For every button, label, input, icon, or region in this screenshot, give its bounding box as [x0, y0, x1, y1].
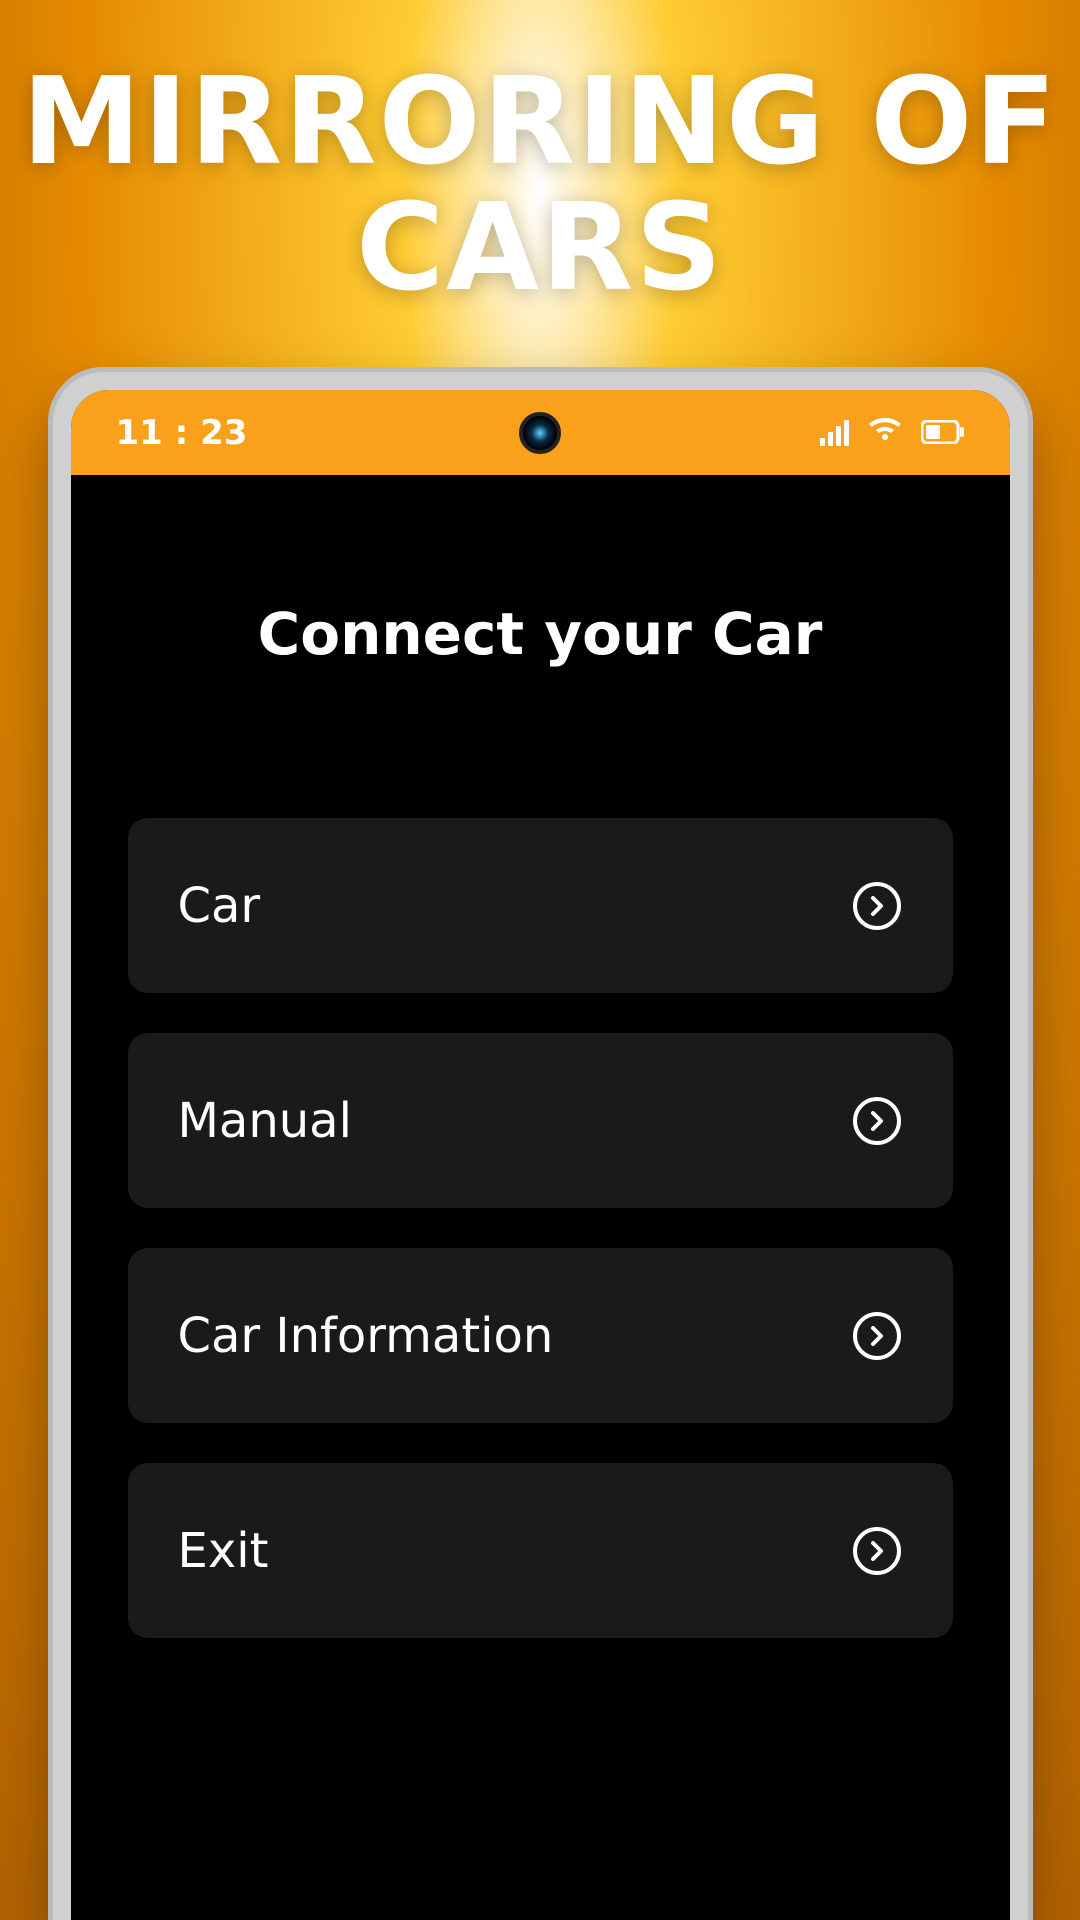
- signal-icon: [820, 420, 849, 446]
- arrow-right-circle-icon: [851, 1310, 903, 1362]
- page-title: Connect your Car: [258, 600, 823, 668]
- arrow-right-circle-icon: [851, 1095, 903, 1147]
- statusbar-right: [820, 413, 965, 453]
- menu-item-exit[interactable]: Exit: [128, 1463, 953, 1638]
- promo-title: MIRRORING OF CARS: [22, 60, 1059, 312]
- app-screen: Connect your Car Car Manual Car Informat…: [71, 475, 1010, 1920]
- menu-item-car[interactable]: Car: [128, 818, 953, 993]
- menu-item-car-information[interactable]: Car Information: [128, 1248, 953, 1423]
- front-camera: [519, 412, 561, 454]
- menu-item-manual[interactable]: Manual: [128, 1033, 953, 1208]
- menu-item-label: Car Information: [178, 1308, 554, 1364]
- menu-item-label: Exit: [178, 1523, 269, 1579]
- menu-item-label: Manual: [178, 1093, 352, 1149]
- promo-title-line1: MIRRORING OF: [22, 60, 1059, 186]
- phone-bezel: 11 : 23 Connect your Car Car: [71, 390, 1010, 1920]
- arrow-right-circle-icon: [851, 880, 903, 932]
- arrow-right-circle-icon: [851, 1525, 903, 1577]
- menu-list: Car Manual Car Information Exit: [128, 818, 953, 1638]
- wifi-icon: [867, 413, 903, 453]
- promo-title-line2: CARS: [22, 186, 1059, 312]
- status-bar: 11 : 23: [71, 390, 1010, 475]
- battery-icon: [921, 413, 965, 453]
- menu-item-label: Car: [178, 878, 261, 934]
- phone-frame: 11 : 23 Connect your Car Car: [48, 367, 1033, 1920]
- statusbar-time: 11 : 23: [116, 413, 248, 453]
